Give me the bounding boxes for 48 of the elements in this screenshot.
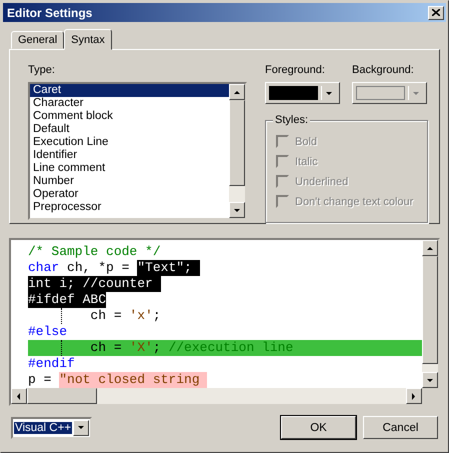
color-label: Foreground: [265,64,326,76]
code-text: char [28,260,60,276]
vertical-scrollbar[interactable] [422,240,438,388]
window-title: Editor Settings [7,6,92,20]
dropdown-caret-icon [77,424,86,431]
code-text: ch = [89,308,123,324]
scroll-up-icon [426,244,434,252]
dialog-button[interactable]: Cancel [363,416,438,439]
code-text: #else [28,324,68,340]
code-text: //execution line [168,340,294,356]
list-item[interactable]: Caret [30,84,229,97]
code-text: int i; //counter [28,276,161,292]
code-text: 'x' [129,308,153,324]
code-text: ; [152,340,162,356]
code-text: "not closed string [59,372,208,388]
type-label: Type: [28,64,56,76]
scroll-right-icon [410,392,418,400]
code-text: ; [152,308,161,324]
code-text: ch = [89,340,123,356]
tab[interactable]: Syntax [64,29,112,50]
code-text: #endif [28,356,75,372]
scroll-up-icon [233,88,241,96]
language-dropdown[interactable]: Visual C++ [11,416,92,438]
styles-label: Styles: [273,114,310,126]
dropdown-caret-icon [325,90,333,96]
close-icon [432,9,440,16]
checkbox-label: Bold [295,136,318,148]
color-swatch [356,86,405,100]
code-text: p = [28,372,52,388]
horizontal-scrollbar[interactable] [11,388,422,404]
scroll-down-icon [426,376,434,384]
close-button[interactable] [428,6,444,20]
color-picker[interactable] [265,82,340,104]
color-label: Background: [352,64,415,76]
scroll-down-icon [233,206,241,214]
code-text: ch, *p = [66,260,130,276]
code-text: /* Sample code */ [28,244,161,260]
dialog-button[interactable]: OK [281,416,356,439]
code-text: #ifdef ABC [28,292,106,308]
checkbox-label: Italic [295,156,318,168]
dropdown-caret-icon [412,90,420,96]
scroll-left-icon [15,392,23,400]
tab[interactable]: General [11,31,64,49]
code-text: 'X' [129,340,153,356]
code-text: "Text"; [137,260,200,276]
checkbox-label: Don't change text colour [295,196,414,208]
vertical-scrollbar[interactable] [229,84,245,218]
checkbox-label: Underlined [295,176,348,188]
